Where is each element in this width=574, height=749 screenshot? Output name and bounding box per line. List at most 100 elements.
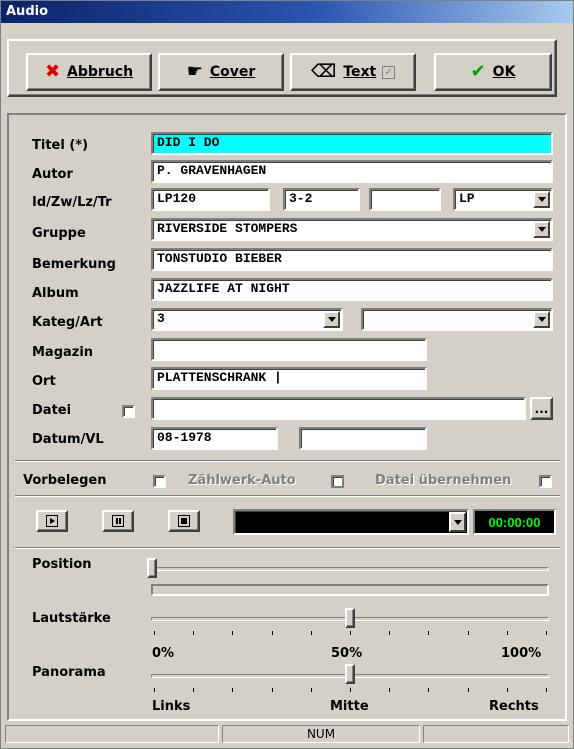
tr-select-value: LP [459, 191, 475, 206]
zw-field[interactable]: 3-2 [283, 188, 360, 211]
play-icon [46, 515, 58, 527]
autor-label: Autor [32, 167, 73, 182]
slider-tick [506, 688, 508, 692]
ok-button[interactable]: ✔ OK [434, 53, 552, 91]
titel-label: Titel (*) [32, 138, 89, 153]
vorbelegen-checkbox[interactable] [153, 475, 166, 488]
datei-uebernehmen-checkbox[interactable] [539, 475, 552, 488]
datei-field[interactable] [151, 397, 526, 420]
ort-field[interactable]: PLATTENSCHRANK | [151, 367, 427, 390]
autor-field[interactable]: P. GRAVENHAGEN [151, 160, 553, 183]
slider-tick [193, 631, 195, 635]
kateg-label: Kateg/Art [32, 315, 103, 330]
slider-tick [232, 688, 234, 692]
gruppe-select[interactable]: RIVERSIDE STOMPERS [151, 218, 553, 241]
pan-right-label: Rechts [489, 699, 539, 714]
position-track [151, 567, 549, 571]
gruppe-select-value: RIVERSIDE STOMPERS [157, 221, 298, 236]
datum-label: Datum/VL [32, 432, 104, 447]
kateg-select[interactable]: 3 [151, 308, 343, 331]
window-title: Audio [6, 4, 49, 19]
status-panel-3 [423, 725, 569, 743]
vol-mid-label: 50% [331, 646, 363, 661]
id-label: Id/Zw/Lz/Tr [32, 195, 112, 210]
slider-tick [310, 631, 312, 635]
vorbelegen-label: Vorbelegen [23, 473, 107, 488]
chevron-down-icon[interactable] [533, 221, 550, 238]
slider-tick [350, 631, 351, 635]
id-field[interactable]: LP120 [151, 188, 270, 211]
chevron-down-icon[interactable] [533, 191, 550, 208]
slider-tick [467, 631, 469, 635]
slider-tick [193, 688, 195, 692]
track-select[interactable] [233, 509, 469, 535]
lautstaerke-thumb[interactable] [345, 608, 355, 628]
red-x-icon: ✖ [44, 61, 61, 82]
zaehlwerk-label: Zählwerk-Auto [188, 473, 296, 488]
vol-min-label: 0% [152, 646, 175, 661]
text-button[interactable]: ⌫ Text ✓ [290, 53, 416, 91]
magazin-field[interactable] [151, 338, 427, 361]
cover-button[interactable]: ☛ Cover [158, 53, 284, 91]
separator [15, 547, 560, 549]
album-field[interactable]: JAZZLIFE AT NIGHT [151, 278, 553, 301]
slider-tick [271, 631, 273, 635]
art-select[interactable] [361, 308, 553, 331]
pan-left-label: Links [152, 699, 191, 714]
pause-icon [112, 515, 124, 527]
time-display: 00:00:00 [473, 509, 556, 535]
lautstaerke-label: Lautstärke [32, 611, 111, 626]
panorama-label: Panorama [32, 665, 106, 680]
pause-button[interactable] [102, 510, 134, 532]
position-label: Position [32, 557, 92, 572]
audio-window: Audio ✖ Abbruch ☛ Cover ⌫ Text ✓ ✔ OK Ti… [0, 0, 574, 749]
slider-tick [546, 631, 547, 635]
slider-tick [389, 688, 391, 692]
slider-tick [428, 631, 430, 635]
separator [15, 460, 560, 462]
datum-field[interactable]: 08-1978 [151, 427, 278, 450]
separator [15, 495, 560, 497]
cancel-button[interactable]: ✖ Abbruch [26, 53, 152, 91]
hand-icon: ☛ [186, 61, 203, 82]
lz-field[interactable] [369, 188, 441, 211]
tr-select[interactable]: LP [453, 188, 553, 211]
bemerkung-field[interactable]: TONSTUDIO BIEBER [151, 248, 553, 271]
title-bar[interactable]: Audio [1, 1, 573, 23]
stop-icon [178, 515, 190, 527]
slider-tick [506, 631, 508, 635]
eraser-icon: ⌫ [310, 61, 337, 82]
kateg-select-value: 3 [157, 311, 165, 326]
position-thumb[interactable] [147, 558, 157, 578]
slider-tick [154, 688, 155, 692]
browse-button[interactable]: ... [530, 397, 553, 420]
vol-max-label: 100% [501, 646, 542, 661]
datei-checkbox[interactable] [122, 405, 135, 418]
ort-label: Ort [32, 374, 56, 389]
slider-tick [389, 631, 391, 635]
chevron-down-icon[interactable] [533, 311, 550, 328]
slider-tick [350, 688, 351, 692]
status-panel-num: NUM [222, 725, 420, 743]
play-button[interactable] [36, 510, 68, 532]
stop-button[interactable] [168, 510, 200, 532]
slider-tick [271, 688, 273, 692]
text-checkbox[interactable]: ✓ [382, 65, 396, 79]
vl-field[interactable] [299, 427, 427, 450]
green-check-icon: ✔ [470, 61, 486, 82]
chevron-down-icon[interactable] [323, 311, 340, 328]
panorama-thumb[interactable] [345, 664, 355, 684]
magazin-label: Magazin [32, 345, 94, 360]
zaehlwerk-checkbox[interactable] [331, 475, 344, 488]
pan-mid-label: Mitte [330, 699, 369, 714]
titel-field[interactable]: DID I DO [151, 132, 553, 155]
slider-tick [232, 631, 234, 635]
chevron-down-icon[interactable] [449, 512, 466, 532]
status-panel-1 [5, 725, 219, 743]
slider-tick [310, 688, 312, 692]
datei-uebernehmen-label: Datei übernehmen [375, 473, 512, 488]
bemerkung-label: Bemerkung [32, 257, 116, 272]
datei-label: Datei [32, 403, 72, 418]
position-progress [151, 584, 549, 596]
slider-tick [428, 688, 430, 692]
